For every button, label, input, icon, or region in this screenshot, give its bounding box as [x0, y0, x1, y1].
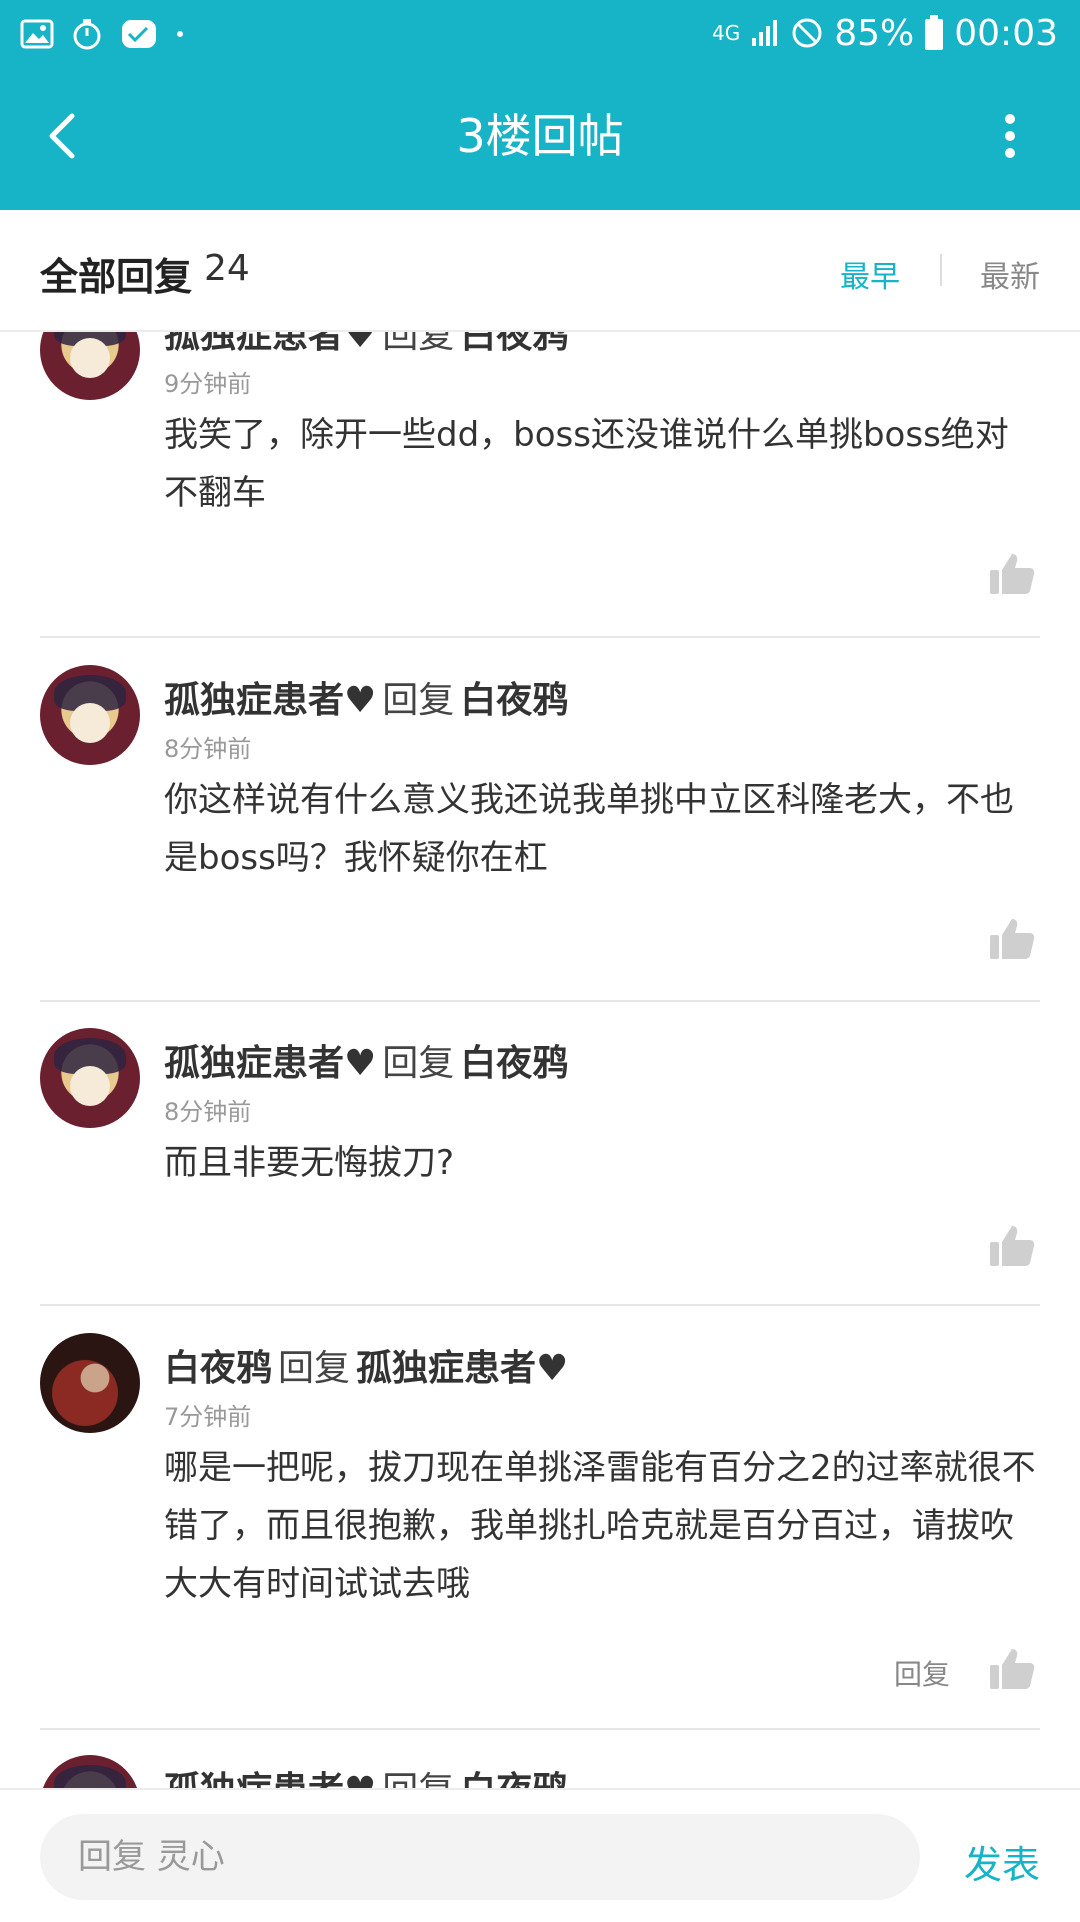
author-name[interactable]: 孤独症患者♥: [164, 1043, 376, 1084]
reply-word: 回复: [382, 680, 455, 721]
avatar[interactable]: [40, 330, 140, 400]
more-vertical-icon: [1005, 114, 1015, 158]
battery-percent: 85%: [834, 12, 915, 54]
toolbar: 3楼回帖: [0, 66, 1080, 210]
reply-to-name[interactable]: 白夜鸦: [460, 330, 568, 356]
battery-icon: [925, 15, 944, 50]
reply-word: 回复: [382, 1770, 454, 1788]
timer-icon: [73, 19, 101, 50]
app-bar: 4G 85% 00:03 3楼回帖: [0, 0, 1080, 210]
reply-input[interactable]: [40, 1814, 920, 1900]
comment-time: 8分钟前: [164, 1098, 252, 1126]
send-button[interactable]: 发表: [964, 1834, 1040, 1889]
comment-time: 8分钟前: [164, 735, 252, 763]
comment-divider: [40, 636, 1040, 638]
comment-text: 我笑了，除开一些dd，boss还没谁说什么单挑boss绝对不翻车: [164, 415, 1009, 513]
comment-time: 9分钟前: [164, 370, 252, 398]
comment-time: 7分钟前: [164, 1403, 252, 1431]
thumbs-up-icon[interactable]: [988, 1222, 1036, 1270]
reply-to-name[interactable]: 白夜鸦: [460, 1770, 568, 1788]
more-options-button[interactable]: [990, 106, 1030, 166]
comment-list[interactable]: 孤独症患者♥ 回复 白夜鸦 9分钟前 我笑了，除开一些dd，boss还没谁说什么单挑…: [0, 330, 1080, 1788]
do-not-disturb-icon: [792, 18, 822, 48]
status-bar: 4G 85% 00:03: [0, 0, 1080, 66]
sort-latest-tab[interactable]: 最新: [980, 252, 1040, 296]
replies-header: 全部回复 24 最早 最新: [0, 210, 1080, 332]
comment-text: 你这样说有什么意义我还说我单挑中立区科隆老大，不也是boss吗？我怀疑你在杠: [164, 780, 1014, 878]
dot-icon: [177, 31, 183, 37]
author-name[interactable]: 孤独症患者♥: [164, 330, 376, 356]
thumbs-up-icon[interactable]: [988, 550, 1036, 598]
reply-word: 回复: [278, 1348, 351, 1389]
author-name[interactable]: 孤独症患者♥: [164, 680, 376, 721]
thumbs-up-icon[interactable]: [988, 915, 1036, 963]
author-name[interactable]: 孤独症患者♥: [164, 1770, 376, 1788]
reply-word: 回复: [382, 330, 455, 356]
comment-divider: [40, 1000, 1040, 1002]
comment-header: 孤独症患者♥回复白夜鸦: [164, 330, 568, 358]
avatar[interactable]: [40, 1333, 140, 1433]
avatar[interactable]: [40, 1755, 140, 1788]
comment-divider: [40, 1728, 1040, 1730]
comment-divider: [40, 1304, 1040, 1306]
reply-composer: 发表: [0, 1788, 1080, 1922]
sort-earliest-tab[interactable]: 最早: [840, 252, 900, 296]
comment-header: 白夜鸦 回复 孤独症患者♥: [164, 1339, 568, 1391]
network-type: 4G: [712, 21, 741, 45]
reply-to-name[interactable]: 白夜鸦: [460, 680, 568, 721]
comment-text: 哪是一把呢，拔刀现在单挑泽雷能有百分之2的过率就很不错了，而且很抱歉，我单挑扎哈…: [164, 1448, 1036, 1604]
gallery-icon: [20, 19, 54, 49]
reply-word: 回复: [382, 1043, 455, 1084]
app-notification-icon: [122, 20, 156, 48]
comment-header: 孤独症患者♥ 回复白夜鸦: [164, 1761, 568, 1788]
avatar[interactable]: [40, 1028, 140, 1128]
comment-header: 孤独症患者♥回复白夜鸦: [164, 1034, 568, 1086]
reply-button[interactable]: 回复: [894, 1653, 950, 1693]
reply-to-name[interactable]: 白夜鸦: [460, 1043, 568, 1084]
sort-divider: [940, 254, 942, 286]
reply-to-name[interactable]: 孤独症患者♥: [356, 1348, 568, 1389]
thumbs-up-icon[interactable]: [988, 1645, 1036, 1693]
clock: 00:03: [954, 12, 1058, 54]
signal-icon: [752, 20, 778, 46]
all-replies-label: 全部回复: [40, 255, 193, 299]
comment-text: 而且非要无悔拔刀?: [164, 1143, 455, 1183]
author-name[interactable]: 白夜鸦: [164, 1348, 272, 1389]
avatar[interactable]: [40, 665, 140, 765]
comment-header: 孤独症患者♥回复白夜鸦: [164, 671, 568, 723]
reply-count: 24: [204, 248, 250, 289]
page-title: 3楼回帖: [456, 109, 624, 163]
